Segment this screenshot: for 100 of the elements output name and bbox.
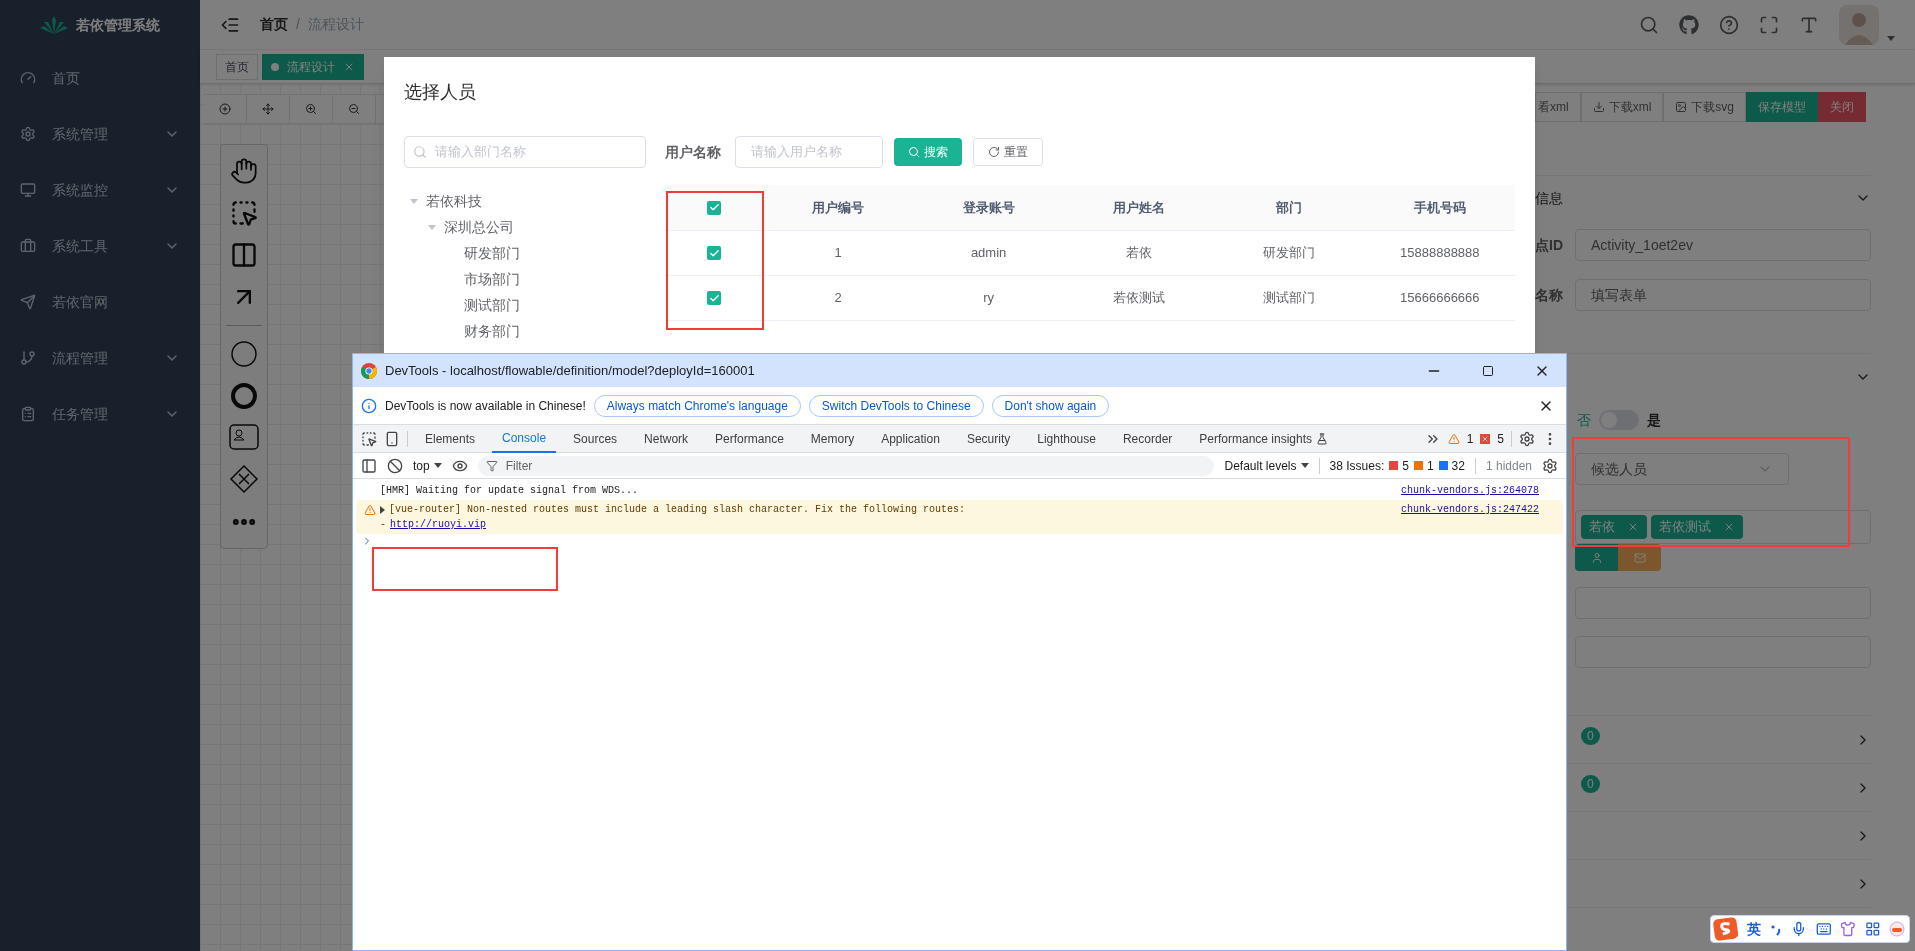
shirt-icon[interactable] [1840, 921, 1856, 937]
devtools-tab[interactable]: Memory [800, 424, 865, 453]
filter-field[interactable]: Filter [477, 455, 1215, 476]
issues-button[interactable]: 38 Issues: 5 1 32 [1329, 456, 1465, 475]
table-cell-text: ry [982, 289, 995, 308]
checkbox[interactable] [707, 291, 721, 305]
column-header: 用户编号 [811, 198, 866, 217]
devtools-tab[interactable]: Console [492, 424, 557, 453]
image-icon [1675, 101, 1688, 113]
user-task-icon[interactable] [229, 424, 259, 450]
hand-icon[interactable] [230, 157, 258, 185]
tree-node[interactable]: 深圳总公司 [444, 216, 514, 238]
table-cell-text: 2 [833, 289, 843, 308]
error-icon [1480, 433, 1491, 444]
error-count: 5 [1497, 430, 1504, 448]
settings-icon[interactable] [1519, 430, 1535, 447]
warning-icon [364, 504, 376, 516]
tree-node[interactable]: 财务部门 [464, 320, 520, 342]
search-icon [908, 146, 920, 158]
devtools-tab[interactable]: Recorder [1112, 424, 1183, 453]
devtools-tab[interactable]: Network [634, 424, 699, 453]
console-message: - [380, 518, 386, 532]
checkbox[interactable] [707, 200, 721, 215]
space-icon[interactable] [230, 241, 258, 269]
search-icon[interactable] [1639, 14, 1659, 35]
device-icon[interactable] [384, 430, 400, 447]
switch-label: 否 [1577, 410, 1591, 430]
toolbar-button[interactable]: 下载xml [1580, 92, 1664, 122]
field-label: 名称 [1535, 285, 1564, 305]
tree-node[interactable]: 测试部门 [464, 294, 520, 316]
select-field[interactable]: 候选人员 [1575, 453, 1789, 485]
table-cell-text: 15666666666 [1399, 289, 1481, 308]
user-icon [1590, 551, 1603, 564]
caret-down-icon[interactable] [1887, 35, 1895, 41]
text-field[interactable]: Activity_1oet2ev [1575, 229, 1871, 261]
source-link[interactable]: chunk-vendors.js:247422 [1400, 502, 1539, 517]
column-header: 部门 [1275, 198, 1304, 217]
github-icon[interactable] [1679, 14, 1699, 35]
context-dropdown[interactable]: top [413, 456, 442, 475]
count-badge: 0 [1581, 726, 1600, 745]
table-cell-text: 测试部门 [1262, 289, 1317, 308]
console-message: [HMR] Waiting for update signal from WDS... [380, 484, 639, 498]
expand-arrow-icon[interactable] [380, 505, 385, 514]
monitor-icon [20, 182, 36, 198]
circle-icon[interactable] [230, 340, 258, 368]
clipboard-icon [20, 406, 36, 422]
clear-icon[interactable] [387, 457, 403, 474]
tree-node[interactable]: 研发部门 [464, 242, 520, 264]
devtools-tab[interactable]: Sources [563, 424, 628, 453]
circle-icon[interactable] [230, 382, 258, 410]
tree-node[interactable]: 若依科技 [426, 190, 482, 212]
column-header: 手机号码 [1412, 198, 1467, 217]
input-mode[interactable]: 英 [1747, 918, 1762, 940]
grid-icon[interactable] [1864, 921, 1881, 937]
dialog-title: 选择人员 [404, 82, 476, 102]
briefcase-icon [20, 238, 36, 254]
column-header: 登录账号 [961, 198, 1016, 217]
devtools-tab[interactable]: Lighthouse [1027, 424, 1106, 453]
dashboard-icon [20, 70, 36, 86]
sidebar-icon[interactable] [361, 457, 377, 474]
text-field[interactable]: 填写表单 [1575, 279, 1871, 311]
devtools-tab[interactable]: Performance [705, 424, 794, 453]
maximize-icon[interactable] [1482, 364, 1494, 377]
source-link[interactable]: chunk-vendors.js:264078 [1400, 483, 1539, 498]
devtools-tab[interactable]: Application [871, 424, 950, 453]
console-message: [vue-router] Non-nested routes must include a leading slash character. Fix the following routes: [389, 503, 966, 517]
page-tag[interactable]: 首页 [216, 53, 258, 80]
help-icon[interactable] [1719, 14, 1739, 35]
devtools-tab[interactable]: Security [956, 424, 1021, 453]
flow-icon [20, 350, 36, 366]
filter-icon [485, 459, 498, 472]
console-link[interactable]: http://ruoyi.vip [390, 517, 487, 532]
checkbox[interactable] [707, 246, 721, 260]
toolbar-button[interactable]: 下载svg [1663, 92, 1747, 122]
levels-dropdown[interactable]: Default levels [1224, 456, 1309, 475]
gateway-icon[interactable] [229, 464, 259, 494]
filter-label: 用户名称 [665, 142, 722, 162]
inspect-icon[interactable] [361, 430, 377, 447]
microphone-icon[interactable] [1791, 921, 1807, 937]
devtools-tab[interactable]: Elements [415, 424, 486, 453]
section-title: 信息 [1535, 188, 1563, 208]
lasso-icon[interactable] [230, 199, 258, 227]
toolbar-button[interactable]: 看xml [1535, 92, 1581, 122]
app-title: 若依管理系统 [76, 15, 160, 35]
user-tag: 若依 [1581, 515, 1647, 539]
search-icon [413, 145, 427, 159]
table-cell-text: 若依测试 [1112, 289, 1166, 308]
keyboard-icon[interactable] [1815, 921, 1832, 937]
fullscreen-icon[interactable] [1759, 14, 1779, 35]
switch-label: 是 [1647, 410, 1661, 430]
settings-icon [20, 126, 36, 142]
count-badge: 0 [1581, 774, 1600, 793]
settings-icon[interactable] [1542, 457, 1558, 474]
tree-node[interactable]: 市场部门 [464, 268, 520, 290]
download-icon [1592, 101, 1605, 113]
reset-button[interactable]: 重置 [973, 138, 1043, 166]
devtools-tab[interactable]: Performance insights [1189, 424, 1339, 453]
mascot-icon[interactable] [1889, 921, 1905, 937]
table-cell-text: 若依 [1125, 244, 1153, 263]
breadcrumb-item[interactable]: 首页 [260, 14, 288, 35]
